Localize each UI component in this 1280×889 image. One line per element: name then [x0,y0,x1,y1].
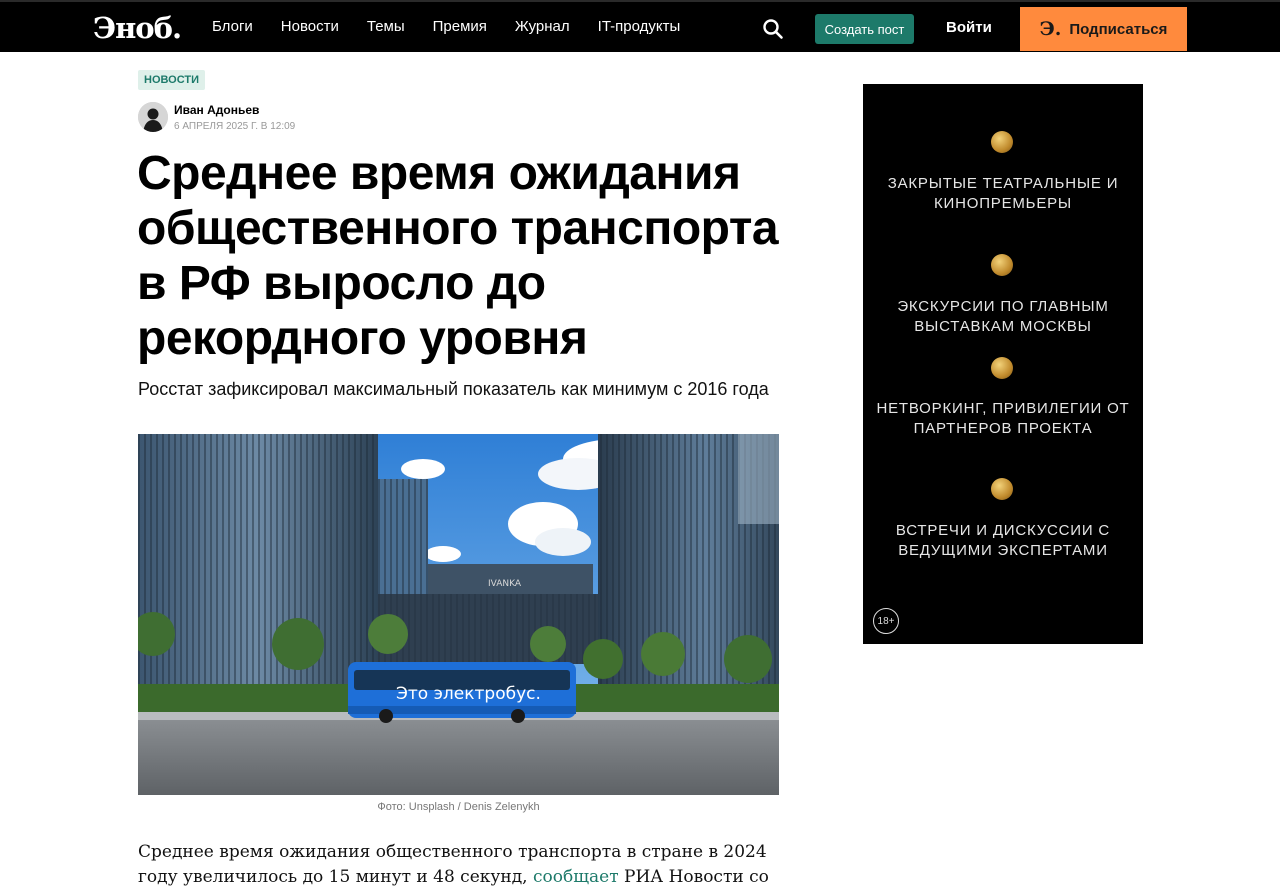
site-header: Эноб. Блоги Новости Темы Премия Журнал I… [0,0,1280,52]
site-logo[interactable]: Эноб. [93,8,182,48]
create-post-button[interactable]: Создать пост [815,14,914,44]
publish-date: 6 апреля 2025 г. в 12:09 [174,121,296,132]
nav-item-award[interactable]: Премия [433,17,487,37]
subscribe-logo-icon: Э. [1039,18,1062,40]
ad-item: ЗАКРЫТЫЕ ТЕАТРАЛЬНЫЕ И КИНОПРЕМЬЕРЫ [887,175,1119,212]
subscribe-button[interactable]: Э. Подписаться [1020,7,1187,51]
nav-item-blogs[interactable]: Блоги [212,17,253,37]
coin-icon [991,254,1013,276]
article-subtitle: Росстат зафиксировал максимальный показа… [138,379,769,399]
nav-item-news[interactable]: Новости [281,17,339,37]
source-link[interactable]: сообщает [533,867,619,887]
coin-icon [991,131,1013,153]
login-button[interactable]: Войти [946,18,992,38]
photo-caption: Фото: Unsplash / Denis Zelenykh [377,801,540,813]
age-rating-badge: 18+ [873,608,899,634]
subscribe-label: Подписаться [1069,20,1168,38]
ad-item: ВСТРЕЧИ И ДИСКУССИИ С ВЕДУЩИМИ ЭКСПЕРТАМ… [895,522,1111,559]
article-body: Среднее время ожидания общественного тра… [138,840,779,889]
nav-item-magazine[interactable]: Журнал [515,17,570,37]
article-title: Среднее время ожидания общественного тра… [137,147,779,365]
author-name[interactable]: Иван Адоньев [174,102,259,118]
ad-item: ЭКСКУРСИИ ПО ГЛАВНЫМ ВЫСТАВКАМ МОСКВЫ [897,298,1109,335]
nav-item-it-products[interactable]: IT-продукты [598,17,681,37]
bus-text: Это электробус. [396,684,541,704]
coin-icon [991,478,1013,500]
main-nav: Блоги Новости Темы Премия Журнал IT-прод… [212,17,708,37]
nav-item-topics[interactable]: Темы [367,17,405,37]
author-avatar[interactable] [138,102,168,132]
article-photo: IVANKA Это электробус. [138,434,779,795]
search-icon[interactable] [762,18,784,40]
category-tag[interactable]: НОВОСТИ [138,70,206,90]
ad-banner[interactable]: ЗАКРЫТЫЕ ТЕАТРАЛЬНЫЕ И КИНОПРЕМЬЕРЫ ЭКСК… [863,84,1143,644]
building-sign: IVANKA [488,579,522,589]
coin-icon [991,357,1013,379]
ad-item: НЕТВОРКИНГ, ПРИВИЛЕГИИ ОТ ПАРТНЕРОВ ПРОЕ… [876,400,1130,437]
